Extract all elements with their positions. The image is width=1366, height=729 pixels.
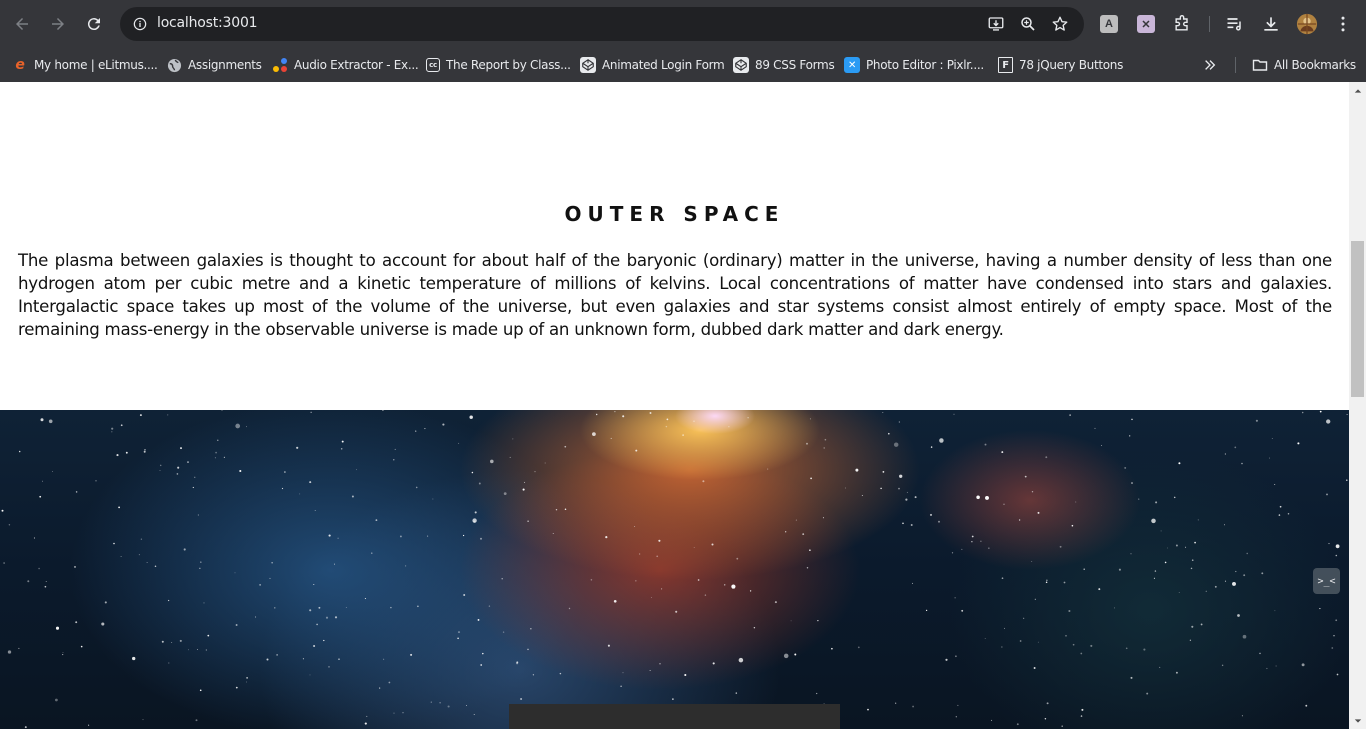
extension-b-icon[interactable]: ✕ [1134, 12, 1158, 36]
bookmark-label: The Report by Class... [446, 58, 571, 72]
bookmark-pixlr[interactable]: ✕ Photo Editor : Pixlr.... [844, 53, 984, 77]
install-app-icon[interactable] [984, 12, 1008, 36]
bookmarks-bar: e My home | eLitmus.... Assignments Audi… [0, 48, 1366, 82]
forward-button[interactable] [40, 6, 76, 42]
extension-a-icon[interactable]: A [1097, 12, 1121, 36]
galaxy-nebula-image: >_< [0, 410, 1349, 729]
page-viewport: OUTER SPACE The plasma between galaxies … [0, 82, 1349, 729]
download-icon[interactable] [1259, 12, 1283, 36]
cc-icon: cc [426, 58, 440, 72]
scroll-up-arrow-icon[interactable] [1349, 82, 1366, 99]
stars-layer [1, 410, 1348, 729]
bookmark-star-icon[interactable] [1048, 12, 1072, 36]
extensions-puzzle-icon[interactable] [1170, 12, 1194, 36]
address-bar[interactable]: localhost:3001 [120, 7, 1084, 41]
bookmarks-divider [1235, 57, 1236, 73]
scrollbar-thumb[interactable] [1351, 241, 1364, 397]
all-bookmarks-button[interactable]: All Bookmarks [1252, 53, 1356, 77]
bookmark-css-forms[interactable]: 89 CSS Forms [733, 53, 835, 77]
audio-extractor-icon [272, 57, 288, 73]
media-queue-icon[interactable] [1223, 12, 1247, 36]
bookmark-label: 78 jQuery Buttons [1019, 58, 1124, 72]
browser-toolbar: localhost:3001 A ✕ [0, 0, 1366, 48]
bookmark-label: My home | eLitmus.... [34, 58, 158, 72]
zoom-icon[interactable] [1016, 12, 1040, 36]
url-text[interactable]: localhost:3001 [157, 15, 258, 31]
back-arrow-icon [16, 18, 28, 30]
bookmark-animated-login[interactable]: Animated Login Form [580, 53, 725, 77]
vertical-scrollbar[interactable] [1349, 82, 1366, 729]
bookmark-label: Audio Extractor - Ex... [294, 58, 419, 72]
profile-avatar[interactable] [1295, 12, 1319, 36]
all-bookmarks-label: All Bookmarks [1274, 58, 1356, 72]
toolbar-divider [1209, 16, 1210, 32]
f-icon: F [998, 57, 1013, 73]
bookmark-audio-extractor[interactable]: Audio Extractor - Ex... [272, 53, 419, 77]
floating-widget-button[interactable]: >_< [1313, 568, 1340, 594]
forward-arrow-icon [52, 18, 64, 30]
bookmark-report[interactable]: cc The Report by Class... [426, 53, 571, 77]
more-bookmarks-chevron-icon[interactable] [1203, 53, 1217, 77]
bookmark-label: Animated Login Form [602, 58, 725, 72]
bookmark-label: 89 CSS Forms [755, 58, 835, 72]
reload-button[interactable] [76, 6, 112, 42]
codepen-icon [733, 57, 749, 73]
scroll-down-arrow-icon[interactable] [1349, 712, 1366, 729]
back-button[interactable] [4, 6, 40, 42]
bookmark-assignments[interactable]: Assignments [166, 53, 262, 77]
bookmark-jquery-buttons[interactable]: F 78 jQuery Buttons [998, 53, 1123, 77]
folder-icon [1252, 57, 1268, 73]
footer-bar [509, 704, 840, 729]
bookmark-label: Photo Editor : Pixlr.... [866, 58, 984, 72]
codepen-icon [580, 57, 596, 73]
menu-kebab-icon[interactable] [1331, 12, 1355, 36]
page-title: OUTER SPACE [564, 202, 785, 226]
reload-icon [87, 18, 100, 31]
site-info-icon[interactable] [128, 12, 152, 36]
bookmark-elitmus[interactable]: e My home | eLitmus.... [12, 53, 158, 77]
pixlr-icon: ✕ [844, 57, 860, 73]
bookmark-label: Assignments [188, 58, 262, 72]
globe-icon [166, 57, 182, 73]
elitmus-icon: e [15, 57, 25, 73]
intro-paragraph: The plasma between galaxies is thought t… [18, 251, 1332, 339]
